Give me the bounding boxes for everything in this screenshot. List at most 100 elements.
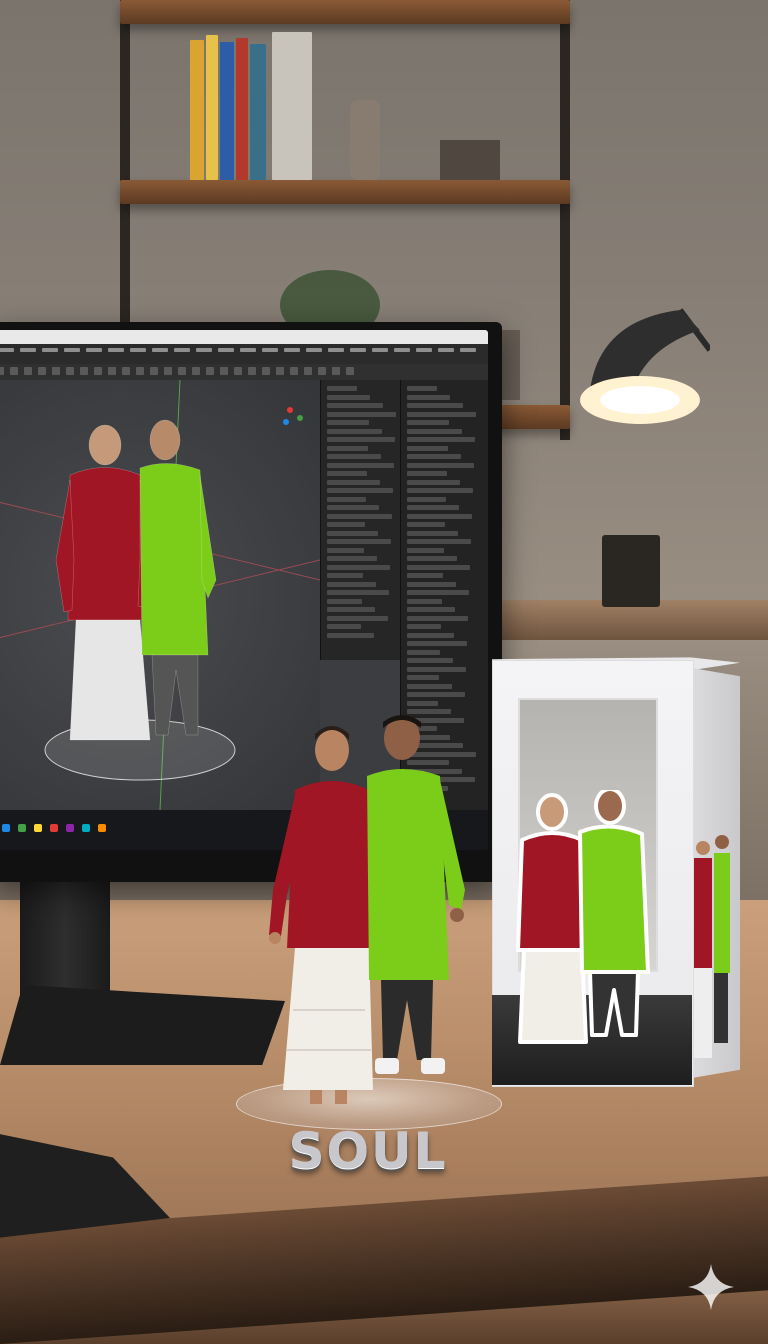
outliner-row[interactable] bbox=[327, 386, 357, 391]
menu-item[interactable] bbox=[0, 348, 14, 352]
toolbar-button[interactable] bbox=[52, 367, 60, 375]
outliner-row[interactable] bbox=[327, 394, 370, 400]
menu-item[interactable] bbox=[152, 348, 168, 352]
outliner-row[interactable] bbox=[327, 513, 392, 519]
properties-row[interactable] bbox=[407, 530, 458, 536]
menu-item[interactable] bbox=[262, 348, 278, 352]
properties-row[interactable] bbox=[407, 420, 449, 425]
menu-item[interactable] bbox=[130, 348, 146, 352]
properties-row[interactable] bbox=[407, 513, 472, 519]
menu-item[interactable] bbox=[42, 348, 58, 352]
outliner-row[interactable] bbox=[327, 462, 394, 468]
outliner-row[interactable] bbox=[327, 564, 390, 570]
properties-row[interactable] bbox=[407, 539, 471, 544]
properties-row[interactable] bbox=[407, 700, 438, 706]
outliner-row[interactable] bbox=[327, 556, 377, 561]
outliner-row[interactable] bbox=[327, 632, 374, 638]
outliner-row[interactable] bbox=[327, 471, 367, 476]
outliner-row[interactable] bbox=[327, 437, 395, 442]
menu-item[interactable] bbox=[328, 348, 344, 352]
taskbar-app-icon[interactable] bbox=[82, 824, 90, 832]
toolbar-button[interactable] bbox=[94, 367, 102, 375]
toolbar-button[interactable] bbox=[220, 367, 228, 375]
taskbar-app-icon[interactable] bbox=[50, 824, 58, 832]
menu-item[interactable] bbox=[284, 348, 300, 352]
properties-row[interactable] bbox=[407, 462, 474, 468]
toolbar-button[interactable] bbox=[304, 367, 312, 375]
outliner-row[interactable] bbox=[327, 522, 365, 527]
menu-item[interactable] bbox=[64, 348, 80, 352]
menu-item[interactable] bbox=[306, 348, 322, 352]
properties-row[interactable] bbox=[407, 471, 447, 476]
properties-row[interactable] bbox=[407, 556, 457, 561]
menu-item[interactable] bbox=[416, 348, 432, 352]
toolbar-button[interactable] bbox=[206, 367, 214, 375]
menu-item[interactable] bbox=[372, 348, 388, 352]
outliner-row[interactable] bbox=[327, 420, 369, 425]
toolbar-button[interactable] bbox=[234, 367, 242, 375]
properties-row[interactable] bbox=[407, 573, 443, 578]
properties-row[interactable] bbox=[407, 403, 463, 408]
outliner-row[interactable] bbox=[327, 590, 389, 595]
menu-item[interactable] bbox=[350, 348, 366, 352]
taskbar-app-icon[interactable] bbox=[66, 824, 74, 832]
toolbar-button[interactable] bbox=[136, 367, 144, 375]
properties-row[interactable] bbox=[407, 386, 437, 391]
properties-row[interactable] bbox=[407, 411, 476, 417]
toolbar-button[interactable] bbox=[0, 367, 4, 375]
toolbar-button[interactable] bbox=[290, 367, 298, 375]
toolbar-button[interactable] bbox=[122, 367, 130, 375]
toolbar-button[interactable] bbox=[66, 367, 74, 375]
toolbar-button[interactable] bbox=[178, 367, 186, 375]
outliner-row[interactable] bbox=[327, 479, 380, 485]
menu-item[interactable] bbox=[108, 348, 124, 352]
properties-row[interactable] bbox=[407, 564, 470, 570]
toolbar-button[interactable] bbox=[80, 367, 88, 375]
outliner-row[interactable] bbox=[327, 403, 383, 408]
toolbar-button[interactable] bbox=[318, 367, 326, 375]
menu-item[interactable] bbox=[240, 348, 256, 352]
properties-row[interactable] bbox=[407, 496, 446, 502]
toolbar-button[interactable] bbox=[248, 367, 256, 375]
menu-item[interactable] bbox=[218, 348, 234, 352]
properties-row[interactable] bbox=[407, 505, 459, 510]
toolbar-button[interactable] bbox=[332, 367, 340, 375]
properties-row[interactable] bbox=[407, 658, 453, 663]
properties-row[interactable] bbox=[407, 607, 455, 612]
properties-row[interactable] bbox=[407, 692, 465, 697]
outliner-row[interactable] bbox=[327, 411, 396, 417]
outliner-row[interactable] bbox=[327, 615, 388, 621]
properties-row[interactable] bbox=[407, 598, 442, 604]
toolbar-button[interactable] bbox=[346, 367, 354, 375]
properties-row[interactable] bbox=[407, 445, 448, 451]
menu-item[interactable] bbox=[196, 348, 212, 352]
properties-row[interactable] bbox=[407, 437, 475, 442]
menu-item[interactable] bbox=[20, 348, 36, 352]
outliner-row[interactable] bbox=[327, 428, 382, 434]
outliner-row[interactable] bbox=[327, 488, 393, 493]
outliner-row[interactable] bbox=[327, 547, 364, 553]
properties-row[interactable] bbox=[407, 632, 454, 638]
outliner-row[interactable] bbox=[327, 445, 368, 451]
properties-row[interactable] bbox=[407, 683, 452, 689]
menu-item[interactable] bbox=[438, 348, 454, 352]
properties-row[interactable] bbox=[407, 394, 450, 400]
menu-item[interactable] bbox=[394, 348, 410, 352]
taskbar-app-icon[interactable] bbox=[34, 824, 42, 832]
properties-row[interactable] bbox=[407, 590, 469, 595]
outliner-row[interactable] bbox=[327, 581, 376, 587]
outliner-row[interactable] bbox=[327, 607, 375, 612]
properties-row[interactable] bbox=[407, 479, 460, 485]
outliner-row[interactable] bbox=[327, 539, 391, 544]
outliner-row[interactable] bbox=[327, 573, 363, 578]
toolbar-button[interactable] bbox=[276, 367, 284, 375]
toolbar-button[interactable] bbox=[108, 367, 116, 375]
properties-row[interactable] bbox=[407, 649, 440, 655]
outliner-row[interactable] bbox=[327, 454, 381, 459]
properties-row[interactable] bbox=[407, 581, 456, 587]
properties-row[interactable] bbox=[407, 641, 467, 646]
toolbar-button[interactable] bbox=[164, 367, 172, 375]
toolbar-button[interactable] bbox=[24, 367, 32, 375]
properties-row[interactable] bbox=[407, 675, 439, 680]
toolbar-button[interactable] bbox=[262, 367, 270, 375]
